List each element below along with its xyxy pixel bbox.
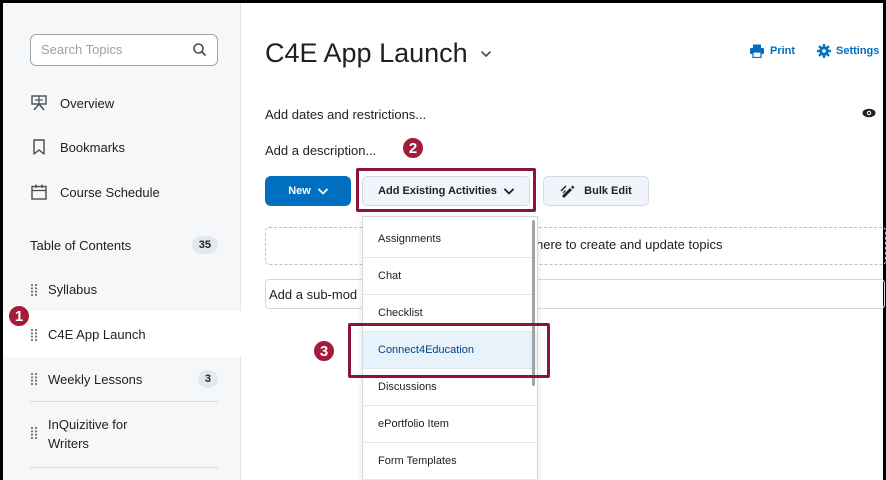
nav-overview[interactable]: Overview xyxy=(30,92,114,114)
new-button-label: New xyxy=(288,185,311,197)
menu-item-eportfolio[interactable]: ePortfolio Item xyxy=(363,406,537,443)
visibility-eye-icon[interactable] xyxy=(862,108,876,118)
highlight-connect4education xyxy=(348,323,550,378)
toc-active-pointer xyxy=(232,311,242,357)
weekly-lessons-count-badge: 3 xyxy=(197,370,218,388)
nav-overview-label: Overview xyxy=(60,95,115,111)
gear-icon xyxy=(817,44,831,58)
search-box[interactable] xyxy=(30,34,218,66)
nav-bookmarks-label: Bookmarks xyxy=(60,139,126,155)
page-title-text: C4E App Launch xyxy=(265,38,468,68)
add-dates-link[interactable]: Add dates and restrictions... xyxy=(265,107,426,122)
menu-item-form-templates[interactable]: Form Templates xyxy=(363,443,537,480)
callout-badge-1: 1 xyxy=(8,305,30,327)
toc-header[interactable]: Table of Contents 35 xyxy=(30,235,218,255)
menu-item-assignments[interactable]: Assignments xyxy=(363,221,537,258)
print-icon xyxy=(750,44,764,58)
new-button[interactable]: New xyxy=(265,176,351,206)
nav-course-schedule[interactable]: Course Schedule xyxy=(30,181,160,203)
bulk-edit-label: Bulk Edit xyxy=(584,185,632,197)
toc-label: Table of Contents xyxy=(30,237,132,253)
chevron-down-icon[interactable] xyxy=(480,48,492,60)
drag-handle-icon[interactable] xyxy=(30,283,38,297)
nav-course-schedule-label: Course Schedule xyxy=(60,184,160,200)
toc-item-label: Syllabus xyxy=(48,282,98,297)
page-title[interactable]: C4E App Launch xyxy=(265,38,492,69)
add-description-link[interactable]: Add a description... xyxy=(265,143,376,158)
toc-divider xyxy=(30,467,218,468)
print-label: Print xyxy=(770,45,796,57)
toc-divider xyxy=(30,401,218,402)
search-input[interactable] xyxy=(41,42,181,57)
bulk-edit-button[interactable]: Bulk Edit xyxy=(543,176,649,206)
overview-icon xyxy=(31,95,47,111)
print-button[interactable]: Print xyxy=(749,44,795,58)
drag-handle-icon[interactable] xyxy=(30,426,38,440)
chevron-down-icon xyxy=(317,188,328,194)
toc-count-badge: 35 xyxy=(191,236,218,254)
calendar-icon xyxy=(31,184,47,200)
toc-item-inquizitive[interactable]: InQuizitive for Writers xyxy=(30,415,218,453)
toc-item-label: Weekly Lessons xyxy=(48,371,143,387)
bookmark-icon xyxy=(33,139,45,155)
dropzone-text: here to create and update topics xyxy=(536,237,723,252)
toc-item-weekly-lessons[interactable]: Weekly Lessons 3 xyxy=(30,370,218,388)
toc-item-label-line1: InQuizitive for xyxy=(48,417,128,432)
toc-item-label: InQuizitive for Writers xyxy=(48,415,127,453)
add-submodule-input[interactable] xyxy=(265,279,885,309)
toc-item-label: C4E App Launch xyxy=(48,327,146,342)
highlight-add-existing xyxy=(356,168,536,212)
settings-label: Settings xyxy=(836,45,880,57)
callout-badge-2: 2 xyxy=(402,137,424,159)
settings-button[interactable]: Settings xyxy=(817,44,879,58)
toc-item-c4e-app-launch[interactable]: C4E App Launch xyxy=(30,327,218,342)
add-submodule-placeholder: Add a sub-mod xyxy=(269,287,358,302)
callout-badge-3: 3 xyxy=(313,340,335,362)
toc-item-syllabus[interactable]: Syllabus xyxy=(30,282,218,297)
menu-item-chat[interactable]: Chat xyxy=(363,258,537,295)
drag-handle-icon[interactable] xyxy=(30,328,38,342)
bulk-edit-icon xyxy=(560,185,575,198)
drag-handle-icon[interactable] xyxy=(30,372,38,386)
nav-bookmarks[interactable]: Bookmarks xyxy=(30,136,125,158)
search-icon[interactable] xyxy=(191,41,209,59)
toc-item-label-line2: Writers xyxy=(48,436,89,451)
